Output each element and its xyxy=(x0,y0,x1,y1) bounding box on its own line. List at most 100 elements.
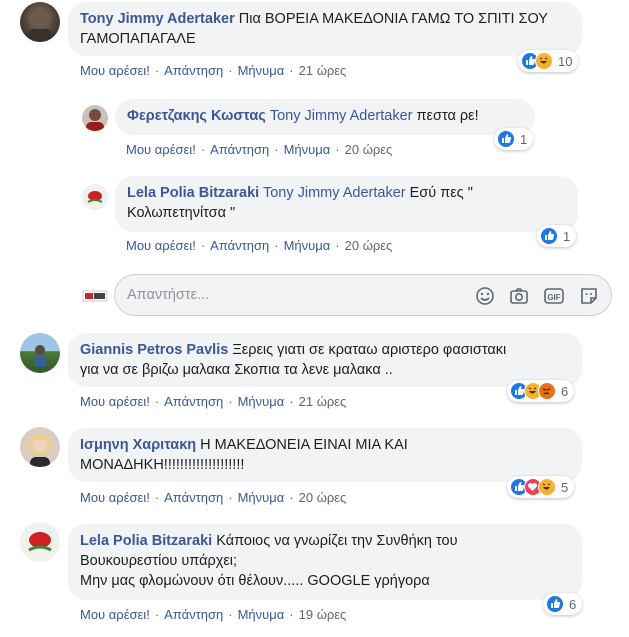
comment-author[interactable]: Lela Polia Bitzaraki xyxy=(80,533,212,549)
message-link[interactable]: Μήνυμα xyxy=(284,238,331,253)
like-reaction-icon xyxy=(540,227,558,245)
message-link[interactable]: Μήνυμα xyxy=(238,63,285,78)
separator-dot: · xyxy=(200,142,206,157)
separator-dot: · xyxy=(289,490,294,505)
timestamp[interactable]: 20 ώρες xyxy=(345,142,393,157)
message-link[interactable]: Μήνυμα xyxy=(238,394,285,409)
like-link[interactable]: Μου αρέσει! xyxy=(80,63,150,78)
haha-reaction-icon xyxy=(538,478,556,496)
separator-dot: · xyxy=(274,142,279,157)
haha-reaction-icon xyxy=(535,52,553,70)
current-user-avatar xyxy=(82,283,108,309)
reply-link[interactable]: Απάντηση xyxy=(210,142,269,157)
emoji-icon[interactable] xyxy=(474,285,496,307)
reaction-summary[interactable]: 10 xyxy=(518,50,579,72)
avatar[interactable] xyxy=(20,333,60,373)
like-link[interactable]: Μου αρέσει! xyxy=(126,238,196,253)
avatar[interactable] xyxy=(20,2,60,42)
avatar[interactable] xyxy=(82,184,108,210)
reply-link[interactable]: Απάντηση xyxy=(164,490,223,505)
rose-avatar-icon xyxy=(87,191,103,203)
comment-text: Κολωπετηνίτσα " xyxy=(127,205,236,221)
separator-dot: · xyxy=(228,394,233,409)
comment-text: Εσύ πες " xyxy=(409,185,473,201)
comment-bubble: Giannis Petros Pavlis Ξερεις γιατι σε κρ… xyxy=(68,333,582,387)
avatar-photo-icon xyxy=(29,434,51,467)
separator-dot: · xyxy=(200,238,206,253)
comment-actions: Μου αρέσει! · Απάντηση · Μήνυμα · 20 ώρες xyxy=(80,490,346,505)
avatar[interactable] xyxy=(20,427,60,467)
separator-dot: · xyxy=(228,607,233,622)
reaction-summary[interactable]: 6 xyxy=(507,380,575,402)
reply-link[interactable]: Απάντηση xyxy=(210,238,269,253)
reply-box: GIF xyxy=(114,274,612,316)
separator-dot: · xyxy=(154,607,160,622)
separator-dot: · xyxy=(289,394,294,409)
comment-author[interactable]: Tony Jimmy Adertaker xyxy=(80,11,235,27)
avatar-photo-icon xyxy=(28,10,52,42)
reply-input[interactable] xyxy=(127,285,467,305)
separator-dot: · xyxy=(228,490,233,505)
gif-icon[interactable]: GIF xyxy=(543,285,565,307)
like-reaction-icon xyxy=(497,130,515,148)
comment-bubble: Lela Polia Bitzaraki Tony Jimmy Adertake… xyxy=(115,176,578,232)
comment-actions: Μου αρέσει! · Απάντηση · Μήνυμα · 19 ώρες xyxy=(80,607,346,622)
separator-dot: · xyxy=(154,63,160,78)
rose-avatar-icon xyxy=(28,532,52,552)
reply-link[interactable]: Απάντηση xyxy=(164,63,223,78)
separator-dot: · xyxy=(274,238,279,253)
like-reaction-icon xyxy=(546,595,564,613)
mention-link[interactable]: Tony Jimmy Adertaker xyxy=(263,185,406,201)
comment-author[interactable]: Φερετζακης Κωστας xyxy=(127,108,266,124)
comment-actions: Μου αρέσει! · Απάντηση · Μήνυμα · 21 ώρες xyxy=(80,63,346,78)
camera-icon[interactable] xyxy=(508,285,530,307)
reply-link[interactable]: Απάντηση xyxy=(164,607,223,622)
timestamp[interactable]: 20 ώρες xyxy=(299,490,347,505)
reply-link[interactable]: Απάντηση xyxy=(164,394,223,409)
separator-dot: · xyxy=(289,607,294,622)
comment-text: Ξερεις γιατι σε κραταω αριστερο φασιστακ… xyxy=(232,342,507,358)
avatar[interactable] xyxy=(20,522,60,562)
avatar-photo-icon xyxy=(35,345,45,367)
comment-text: Βουκουρεστίου υπάρχει; xyxy=(80,553,238,569)
reaction-summary[interactable]: 1 xyxy=(494,128,534,150)
timestamp[interactable]: 20 ώρες xyxy=(345,238,393,253)
timestamp[interactable]: 21 ώρες xyxy=(299,63,347,78)
separator-dot: · xyxy=(289,63,294,78)
message-link[interactable]: Μήνυμα xyxy=(238,607,285,622)
comment-bubble: Ισμηνη Χαριτακη Η ΜΑΚΕΔΟΝΕΙΑ ΕΙΝΑΙ ΜΙΑ Κ… xyxy=(68,428,582,482)
avatar[interactable] xyxy=(82,105,108,131)
comment-author[interactable]: Giannis Petros Pavlis xyxy=(80,342,228,358)
separator-dot: · xyxy=(154,394,160,409)
separator-dot: · xyxy=(154,490,160,505)
message-link[interactable]: Μήνυμα xyxy=(238,490,285,505)
angry-reaction-icon xyxy=(538,382,556,400)
reaction-summary[interactable]: 5 xyxy=(507,476,575,498)
like-link[interactable]: Μου αρέσει! xyxy=(80,490,150,505)
like-link[interactable]: Μου αρέσει! xyxy=(80,394,150,409)
comment-author[interactable]: Ισμηνη Χαριτακη xyxy=(80,437,196,453)
comment-author[interactable]: Lela Polia Bitzaraki xyxy=(127,185,259,201)
separator-dot: · xyxy=(335,238,340,253)
reaction-summary[interactable]: 1 xyxy=(537,225,577,247)
svg-text:GIF: GIF xyxy=(547,293,560,302)
timestamp[interactable]: 21 ώρες xyxy=(299,394,347,409)
comment-text: πεστα ρε! xyxy=(416,108,479,124)
message-link[interactable]: Μήνυμα xyxy=(284,142,331,157)
reaction-count: 1 xyxy=(563,228,571,244)
page-logo-icon xyxy=(82,290,108,302)
sticker-icon[interactable] xyxy=(578,285,600,307)
reaction-summary[interactable]: 6 xyxy=(543,593,583,615)
avatar-photo-icon xyxy=(86,109,104,131)
comment-text: ΜΟΝΑΔΗΚΗ!!!!!!!!!!!!!!!!!!!! xyxy=(80,457,245,473)
comment-text: Μην μας φλομώνουν ότι θέλουν..... GOOGLE… xyxy=(80,573,430,589)
comment-actions: Μου αρέσει! · Απάντηση · Μήνυμα · 20 ώρες xyxy=(126,142,392,157)
reaction-count: 10 xyxy=(558,53,573,69)
reaction-count: 6 xyxy=(561,383,569,399)
like-link[interactable]: Μου αρέσει! xyxy=(126,142,196,157)
comment-text: Κάποιος να γνωρίζει την Συνθήκη του xyxy=(216,533,458,549)
comment-actions: Μου αρέσει! · Απάντηση · Μήνυμα · 21 ώρες xyxy=(80,394,346,409)
mention-link[interactable]: Tony Jimmy Adertaker xyxy=(270,108,413,124)
timestamp[interactable]: 19 ώρες xyxy=(299,607,347,622)
like-link[interactable]: Μου αρέσει! xyxy=(80,607,150,622)
